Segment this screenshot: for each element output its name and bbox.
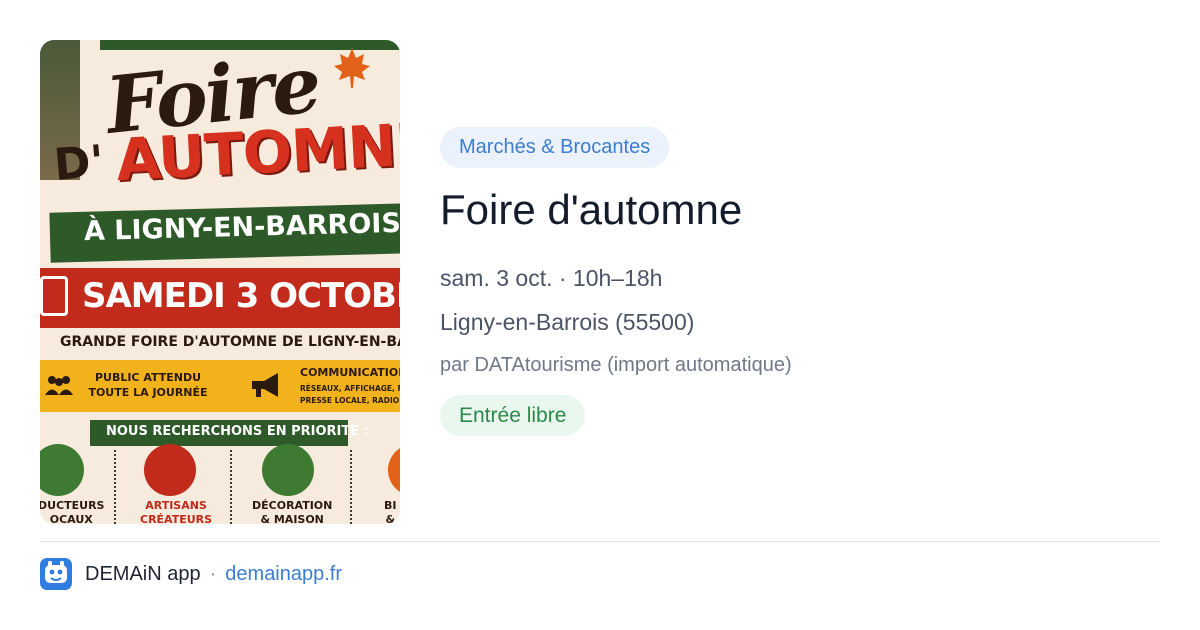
poster-category-label: DÉCORATION & MAISON bbox=[252, 499, 333, 524]
footer: DEMAiN app · demainapp.fr bbox=[40, 558, 342, 590]
poster-divider bbox=[230, 450, 232, 524]
app-website-link[interactable]: demainapp.fr bbox=[225, 563, 342, 586]
share-card: Foire D' AUTOMNE À LIGNY-EN-BARROIS SAME… bbox=[0, 0, 1200, 630]
footer-divider bbox=[40, 541, 1160, 542]
poster-date-text: SAMEDI 3 OCTOBR bbox=[82, 276, 400, 316]
event-poster-image[interactable]: Foire D' AUTOMNE À LIGNY-EN-BARROIS SAME… bbox=[40, 40, 400, 524]
event-datetime: sam. 3 oct. · 10h–18h bbox=[440, 265, 663, 291]
poster-category-label: DUCTEURS OCAUX bbox=[40, 499, 105, 524]
poster-d-text: D' bbox=[51, 135, 107, 192]
basket-icon bbox=[40, 444, 84, 496]
event-title[interactable]: Foire d'automne bbox=[440, 184, 742, 236]
people-icon bbox=[45, 376, 73, 395]
poster-communication-title: COMMUNICATION bbox=[300, 366, 400, 379]
poster-recherche-text: NOUS RECHERCHONS EN PRIORITÉ : bbox=[106, 424, 369, 439]
demain-app-icon[interactable] bbox=[40, 558, 72, 590]
poster-grande-text: GRANDE FOIRE D'AUTOMNE DE LIGNY-EN-BARR bbox=[60, 334, 400, 350]
poster-divider bbox=[114, 450, 116, 524]
event-location: Ligny-en-Barrois (55500) bbox=[440, 309, 695, 335]
footer-separator: · bbox=[209, 562, 217, 585]
event-source: par DATAtourisme (import automatique) bbox=[440, 354, 792, 376]
gift-icon bbox=[144, 444, 196, 496]
price-badge: Entrée libre bbox=[440, 395, 586, 436]
plant-icon bbox=[262, 444, 314, 496]
category-badge[interactable]: Marchés & Brocantes bbox=[440, 127, 670, 168]
megaphone-icon bbox=[252, 373, 278, 397]
poster-divider bbox=[350, 450, 352, 524]
maple-leaf-icon bbox=[334, 48, 370, 88]
jewel-icon bbox=[388, 444, 400, 496]
app-name: DEMAiN app bbox=[85, 562, 201, 585]
poster-communication-sub: RÉSEAUX, AFFICHAGE, F PRESSE LOCALE, RAD… bbox=[300, 384, 400, 405]
poster-category-label: ARTISANS CRÉATEURS bbox=[140, 499, 213, 524]
poster-category-label: BI & bbox=[384, 499, 397, 524]
poster-public-text: PUBLIC ATTENDU TOUTE LA JOURNÉE bbox=[88, 371, 208, 399]
calendar-icon bbox=[40, 276, 68, 316]
